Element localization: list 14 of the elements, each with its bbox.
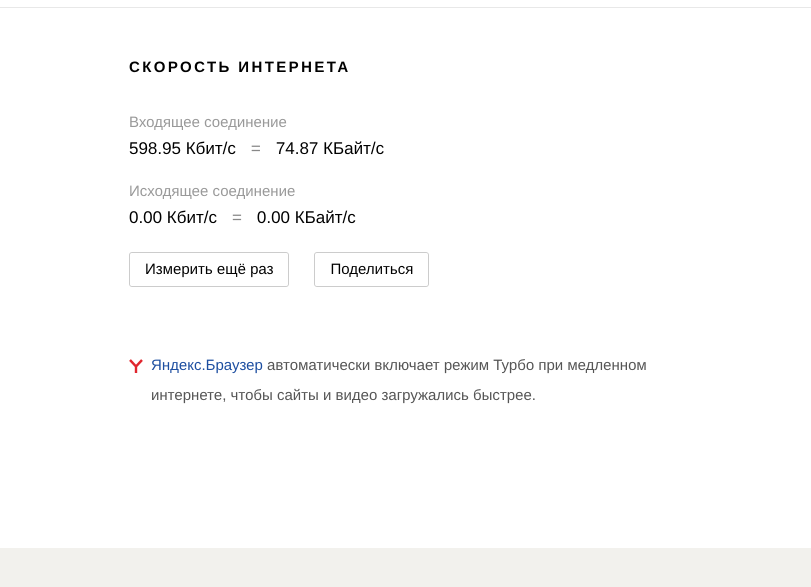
page-title: СКОРОСТЬ ИНТЕРНЕТА	[129, 59, 352, 76]
browser-link[interactable]: Яндекс.Браузер	[151, 357, 263, 374]
remeasure-button[interactable]: Измерить ещё раз	[129, 252, 290, 287]
speed-bits: 598.95 Кбит/с	[129, 139, 236, 159]
connection-label: Входящее соединение	[129, 114, 288, 131]
speed-bytes: 74.87 КБайт/с	[276, 139, 384, 159]
speed-bits: 0.00 Кбит/с	[129, 208, 217, 228]
promo-text: Яндекс.Браузер автоматически включает режим Турбо при медленном интернете, чтобы сайты и видео загружались быстрее.	[151, 356, 648, 406]
equals-sign: =	[232, 208, 242, 228]
share-button[interactable]: Поделиться	[314, 252, 430, 287]
equals-sign: =	[250, 139, 261, 159]
connection-label: Исходящее соединение	[129, 183, 296, 200]
speed-bytes: 0.00 КБайт/с	[256, 208, 356, 228]
browser-logo-icon	[129, 359, 143, 373]
